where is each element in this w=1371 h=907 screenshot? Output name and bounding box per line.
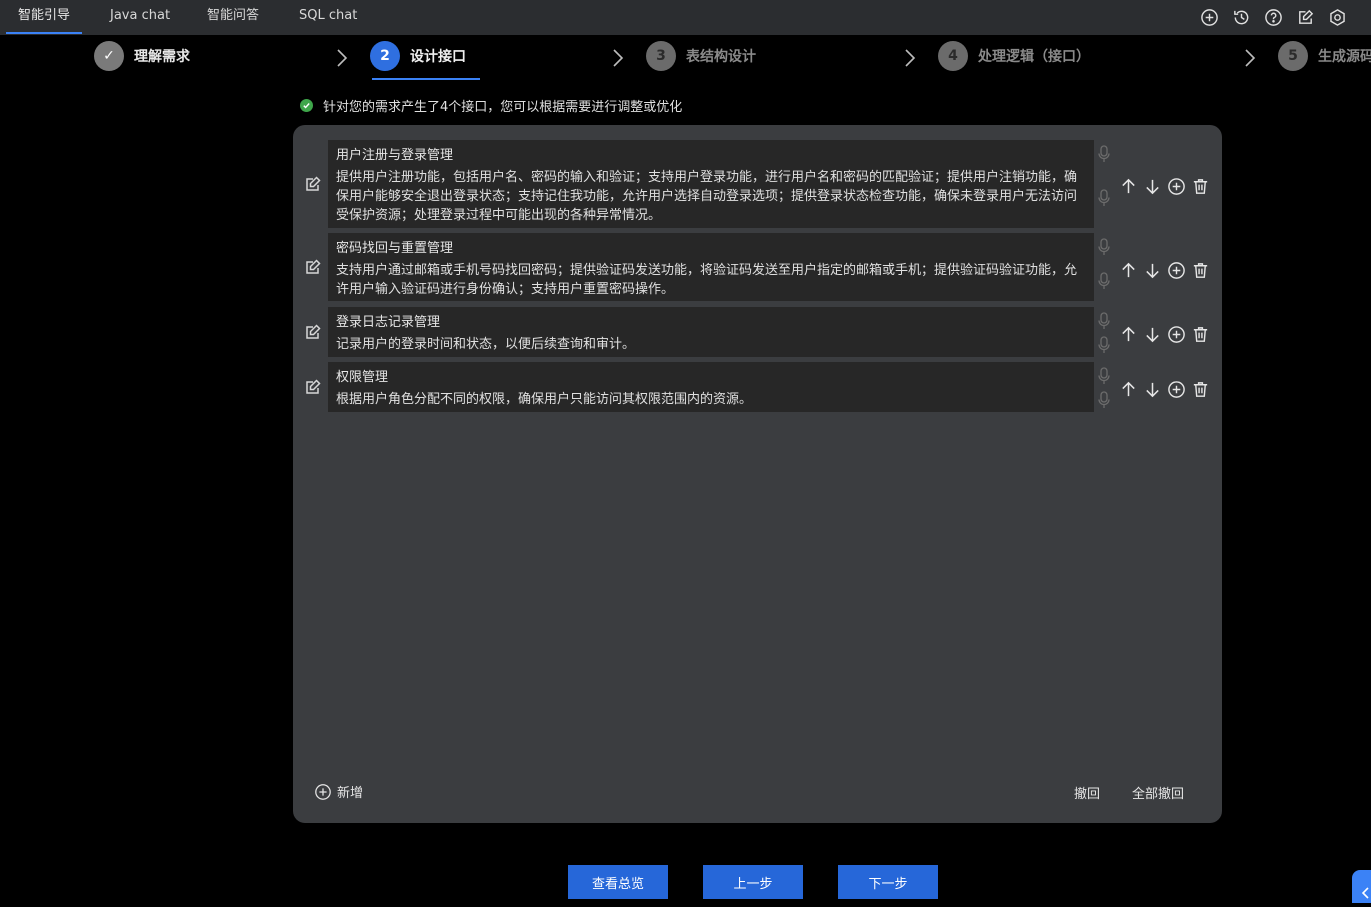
add-circle-icon[interactable] <box>1166 324 1186 344</box>
step-number: 3 <box>646 41 676 71</box>
trash-icon[interactable] <box>1190 379 1210 399</box>
step-generate-source[interactable]: 5 生成源码 <box>1278 41 1371 71</box>
tab-smart-qa[interactable]: 智能问答 <box>195 0 271 35</box>
arrow-down-icon[interactable] <box>1142 379 1162 399</box>
interface-card[interactable]: 密码找回与重置管理 支持用户通过邮箱或手机号码找回密码；提供验证码发送功能，将验… <box>328 233 1094 301</box>
row-actions <box>1118 324 1210 344</box>
tab-sql-chat[interactable]: SQL chat <box>287 0 369 35</box>
row-actions <box>1118 260 1210 280</box>
row-actions <box>1118 176 1210 196</box>
add-circle-icon <box>315 783 331 800</box>
step-label: 表结构设计 <box>686 49 756 65</box>
interface-description: 根据用户角色分配不同的权限，确保用户只能访问其权限范围内的资源。 <box>336 392 753 407</box>
microphone-icon[interactable] <box>1096 272 1112 290</box>
tab-smart-guide[interactable]: 智能引导 <box>6 0 83 35</box>
interface-description: 支持用户通过邮箱或手机号码找回密码；提供验证码发送功能，将验证码发送至用户指定的… <box>336 263 1078 297</box>
trash-icon[interactable] <box>1190 176 1210 196</box>
step-label: 处理逻辑（接口） <box>978 49 1090 65</box>
microphone-icon[interactable] <box>1096 145 1112 163</box>
edit-note-icon[interactable] <box>1293 5 1317 29</box>
microphone-icon[interactable] <box>1096 189 1112 207</box>
history-icon[interactable] <box>1229 5 1253 29</box>
result-notice: 针对您的需求产生了4个接口，您可以根据需要进行调整或优化 <box>300 96 682 115</box>
chevron-right-icon <box>613 49 624 67</box>
notice-text: 针对您的需求产生了4个接口，您可以根据需要进行调整或优化 <box>323 100 683 115</box>
interface-card[interactable]: 登录日志记录管理 记录用户的登录时间和状态，以便后续查询和审计。 <box>328 307 1094 357</box>
add-label: 新增 <box>337 786 364 801</box>
edit-icon[interactable] <box>303 322 323 342</box>
step-number: 5 <box>1278 41 1308 71</box>
chevron-right-icon <box>905 49 916 67</box>
previous-step-button[interactable]: 上一步 <box>703 865 803 899</box>
chevron-right-icon <box>337 49 348 67</box>
interface-title: 登录日志记录管理 <box>336 315 441 330</box>
top-toolbar <box>1197 5 1349 29</box>
step-label: 设计接口 <box>410 49 466 65</box>
arrow-up-icon[interactable] <box>1118 324 1138 344</box>
chevron-left-icon <box>1361 887 1369 899</box>
add-circle-icon[interactable] <box>1197 5 1221 29</box>
step-table-design[interactable]: 3 表结构设计 <box>646 41 756 71</box>
next-step-button[interactable]: 下一步 <box>838 865 938 899</box>
settings-icon[interactable] <box>1325 5 1349 29</box>
microphone-icon[interactable] <box>1096 391 1112 409</box>
interface-row: 密码找回与重置管理 支持用户通过邮箱或手机号码找回密码；提供验证码发送功能，将验… <box>293 233 1222 301</box>
step-processing-logic[interactable]: 4 处理逻辑（接口） <box>938 41 1090 71</box>
interface-description: 提供用户注册功能，包括用户名、密码的输入和验证；支持用户登录功能，进行用户名和密… <box>336 170 1078 223</box>
interface-title: 权限管理 <box>336 370 389 385</box>
view-overview-button[interactable]: 查看总览 <box>568 865 668 899</box>
step-understand-requirements[interactable]: ✓ 理解需求 <box>94 41 190 71</box>
microphone-icon[interactable] <box>1096 312 1112 330</box>
row-actions <box>1118 379 1210 399</box>
undo-all-button[interactable]: 全部撤回 <box>1132 783 1184 802</box>
microphone-icon[interactable] <box>1096 238 1112 256</box>
interface-row: 用户注册与登录管理 提供用户注册功能，包括用户名、密码的输入和验证；支持用户登录… <box>293 140 1222 228</box>
interface-card[interactable]: 用户注册与登录管理 提供用户注册功能，包括用户名、密码的输入和验证；支持用户登录… <box>328 140 1094 228</box>
edit-icon[interactable] <box>303 257 323 277</box>
microphone-icon[interactable] <box>1096 367 1112 385</box>
interface-list-panel: 用户注册与登录管理 提供用户注册功能，包括用户名、密码的输入和验证；支持用户登录… <box>293 125 1222 823</box>
interface-description: 记录用户的登录时间和状态，以便后续查询和审计。 <box>336 337 636 352</box>
side-panel-toggle[interactable] <box>1352 870 1371 903</box>
interface-row: 登录日志记录管理 记录用户的登录时间和状态，以便后续查询和审计。 <box>293 307 1222 357</box>
arrow-down-icon[interactable] <box>1142 260 1162 280</box>
step-label: 生成源码 <box>1318 49 1371 65</box>
progress-steps: ✓ 理解需求 2 设计接口 3 表结构设计 4 处理逻辑（接口） 5 生成源码 <box>0 36 1371 80</box>
trash-icon[interactable] <box>1190 324 1210 344</box>
add-circle-icon[interactable] <box>1166 379 1186 399</box>
top-nav-bar: 智能引导 Java chat 智能问答 SQL chat <box>0 0 1371 35</box>
step-number: 2 <box>370 41 400 71</box>
arrow-up-icon[interactable] <box>1118 176 1138 196</box>
interface-title: 密码找回与重置管理 <box>336 241 454 256</box>
step-label: 理解需求 <box>134 49 190 65</box>
add-circle-icon[interactable] <box>1166 176 1186 196</box>
arrow-up-icon[interactable] <box>1118 379 1138 399</box>
edit-icon[interactable] <box>303 174 323 194</box>
interface-card[interactable]: 权限管理 根据用户角色分配不同的权限，确保用户只能访问其权限范围内的资源。 <box>328 362 1094 412</box>
step-design-interface[interactable]: 2 设计接口 <box>370 41 466 71</box>
tab-java-chat[interactable]: Java chat <box>98 0 182 35</box>
edit-icon[interactable] <box>303 377 323 397</box>
step-number: 4 <box>938 41 968 71</box>
arrow-up-icon[interactable] <box>1118 260 1138 280</box>
active-step-indicator <box>372 78 480 80</box>
chevron-right-icon <box>1245 49 1256 67</box>
interface-title: 用户注册与登录管理 <box>336 148 454 163</box>
arrow-down-icon[interactable] <box>1142 324 1162 344</box>
arrow-down-icon[interactable] <box>1142 176 1162 196</box>
microphone-icon[interactable] <box>1096 336 1112 354</box>
success-check-icon <box>300 99 313 112</box>
add-interface-button[interactable]: 新增 <box>314 782 363 801</box>
checkmark-icon: ✓ <box>94 41 124 71</box>
trash-icon[interactable] <box>1190 260 1210 280</box>
help-icon[interactable] <box>1261 5 1285 29</box>
add-circle-icon[interactable] <box>1166 260 1186 280</box>
undo-button[interactable]: 撤回 <box>1074 783 1100 802</box>
interface-row: 权限管理 根据用户角色分配不同的权限，确保用户只能访问其权限范围内的资源。 <box>293 362 1222 412</box>
